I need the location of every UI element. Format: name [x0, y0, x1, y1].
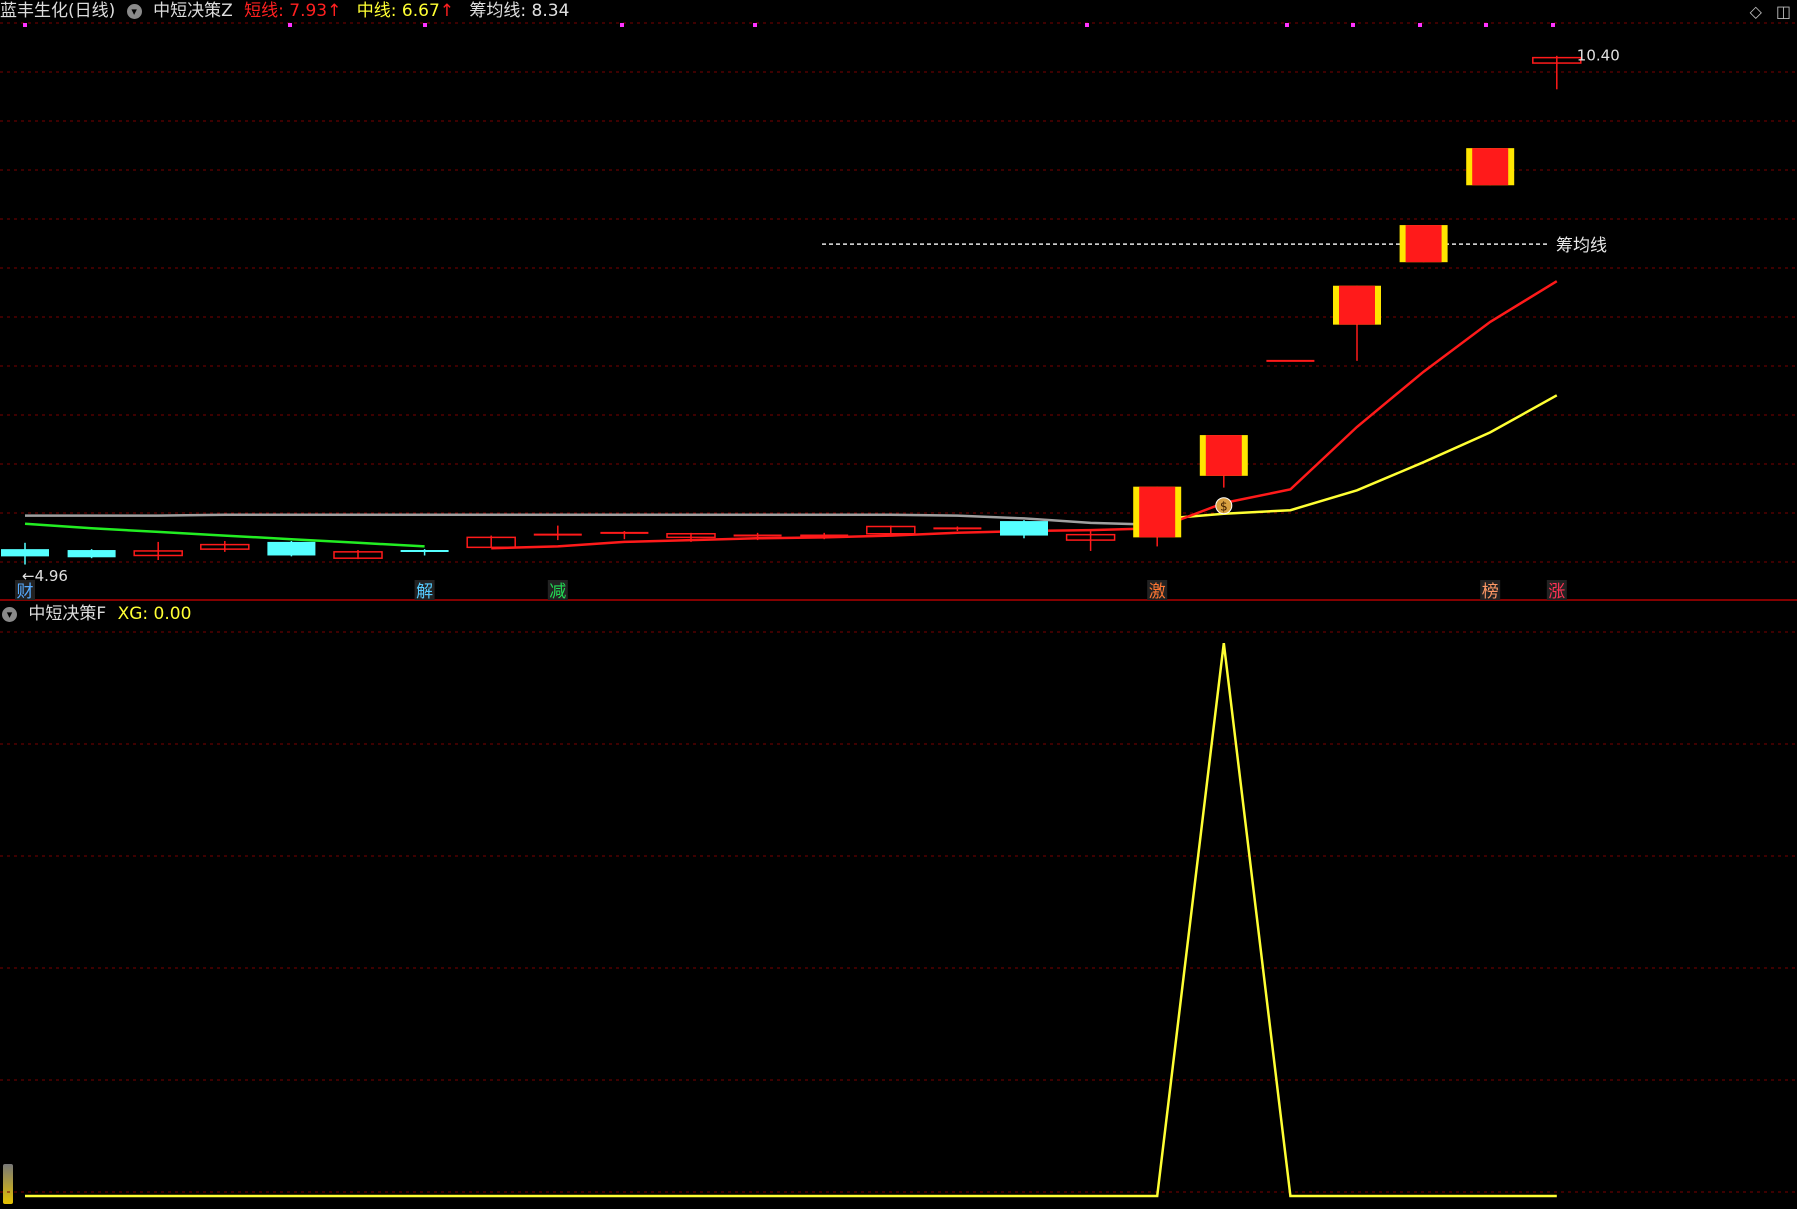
- event-marker: 减: [549, 582, 566, 602]
- event-marker: 财: [17, 582, 34, 602]
- gray-line: [25, 513, 1158, 526]
- marker-dot: [1351, 23, 1355, 27]
- marker-dot: [1484, 23, 1488, 27]
- chip-average-label: 筹均线: [1556, 236, 1607, 256]
- event-marker: 涨: [1548, 582, 1565, 602]
- marker-dot: [423, 23, 427, 27]
- xg-signal-line: [25, 642, 1557, 1198]
- marker-dot: [1551, 23, 1555, 27]
- candle-core: [1405, 225, 1442, 263]
- marker-dot: [1418, 23, 1422, 27]
- marker-dot: [1285, 23, 1289, 27]
- indicator-lines: [24, 243, 1558, 550]
- marker-dot: [753, 23, 757, 27]
- candle-core: [1339, 285, 1375, 325]
- event-marker: 解: [416, 582, 433, 602]
- high-price-label: 10.40: [1577, 47, 1620, 65]
- candle-body: [1000, 521, 1048, 536]
- marker-dot: [288, 23, 292, 27]
- marker-dot: [23, 23, 27, 27]
- candles: [1, 55, 1582, 565]
- event-marker: 激: [1149, 582, 1166, 602]
- marker-dot: [620, 23, 624, 27]
- candle-core: [1139, 486, 1176, 538]
- candle-body: [267, 541, 316, 556]
- candle-core: [1472, 148, 1509, 186]
- event-marker: 榜: [1482, 582, 1499, 602]
- candle-body: [67, 550, 116, 558]
- chart-canvas: 筹均线10.40←4.96$财解减激榜涨: [0, 22, 1797, 1198]
- money-bag-symbol: $: [1220, 500, 1228, 514]
- candle-core: [1205, 435, 1242, 476]
- marker-dot: [1085, 23, 1089, 27]
- signal-pane: [25, 642, 1557, 1198]
- grid-lines: [0, 22, 1797, 1193]
- candle-body: [1, 549, 49, 557]
